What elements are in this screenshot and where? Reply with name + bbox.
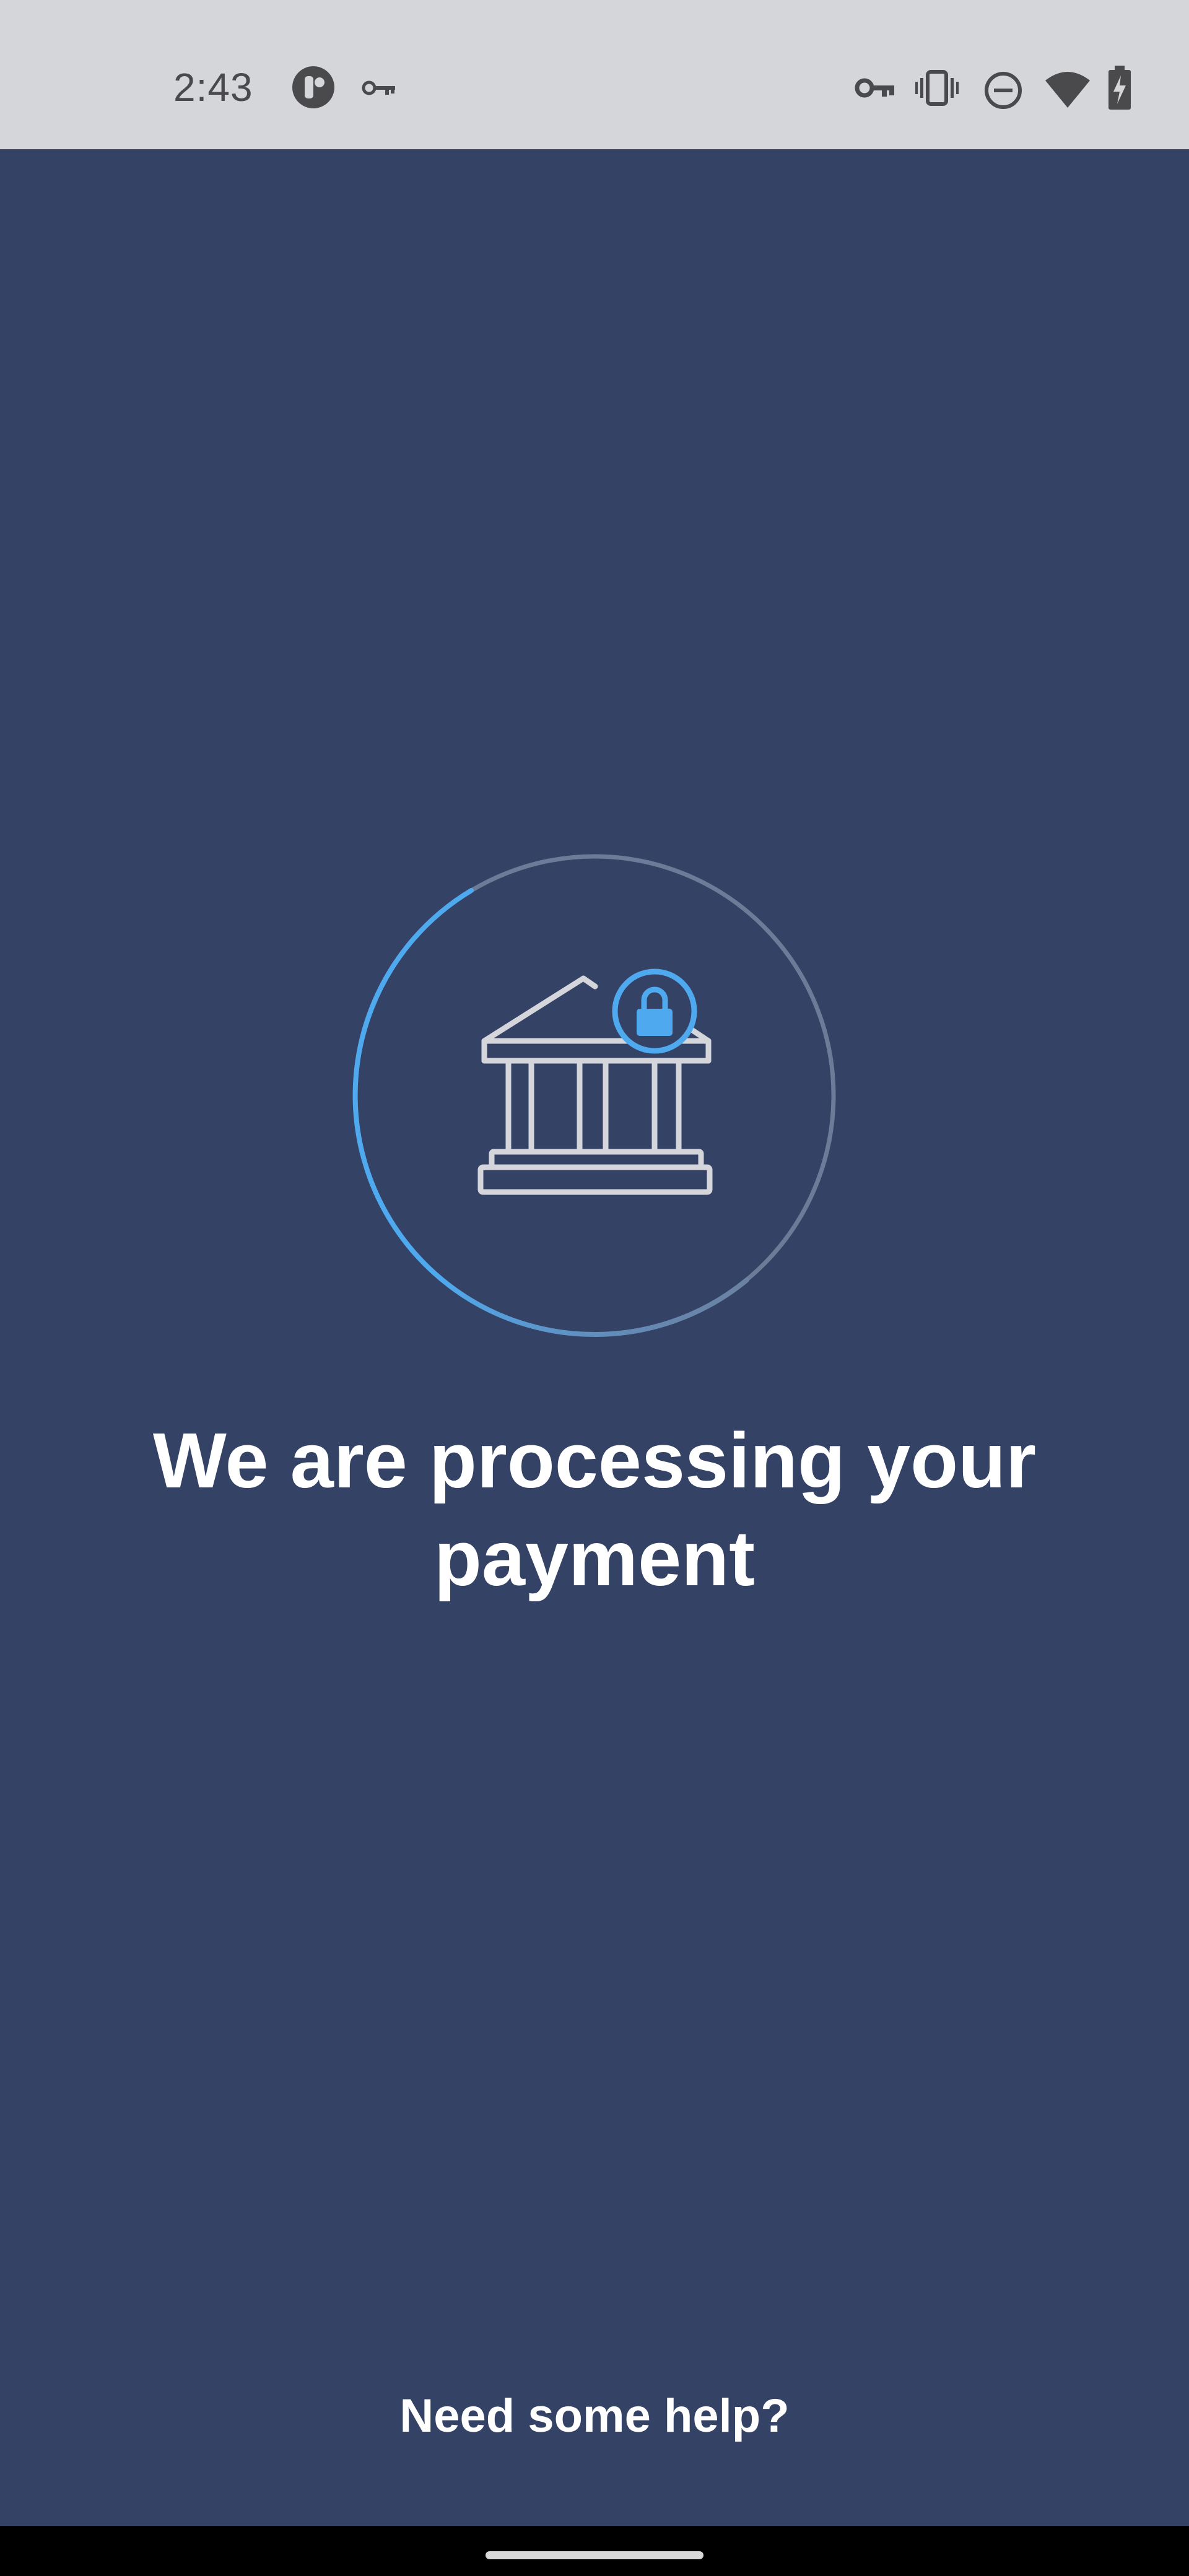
- progress-ring-track: [353, 854, 836, 1337]
- vpn-key-icon: [855, 76, 895, 100]
- wifi-icon: [1044, 69, 1091, 109]
- processing-illustration: [351, 851, 838, 1339]
- app-notification-icon: [291, 65, 336, 110]
- progress-ring-arc: [352, 888, 749, 1338]
- status-bar: 2:43: [0, 0, 1189, 149]
- page-title: We are processing your payment: [152, 1417, 1037, 1602]
- key-icon: [362, 79, 396, 97]
- payment-processing-screen: 2:43 We are processing your payment Need…: [0, 0, 1189, 2576]
- system-navigation-bar: [0, 2526, 1189, 2576]
- battery-charging-icon: [1107, 66, 1132, 110]
- do-not-disturb-icon: [983, 71, 1023, 110]
- vibrate-icon: [915, 69, 959, 107]
- lock-icon: [612, 968, 697, 1054]
- status-time: 2:43: [173, 65, 253, 110]
- home-gesture-handle[interactable]: [486, 2551, 703, 2559]
- help-link[interactable]: Need some help?: [347, 2389, 842, 2443]
